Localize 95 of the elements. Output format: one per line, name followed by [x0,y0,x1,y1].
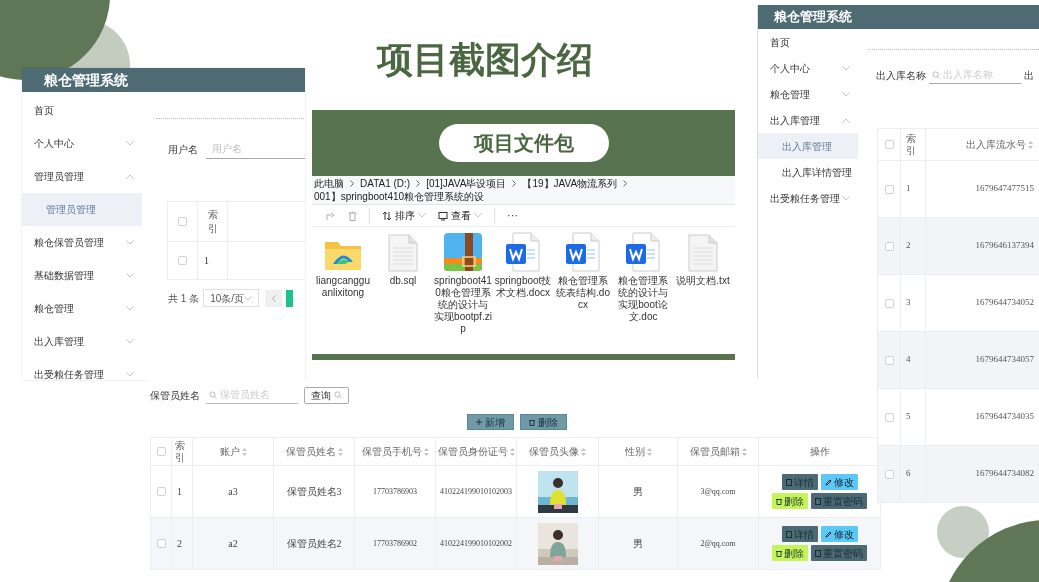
sidebar-item[interactable]: 管理员管理 [22,160,142,193]
sidebar-item[interactable]: 基础数据管理 [22,259,142,292]
file-name: db.sql [388,275,418,287]
file-name: 粮仓管理系统的设计与实现boot论文.doc [617,275,669,323]
sidebar-item[interactable]: 出入库管理 [22,325,142,358]
badge: 项目文件包 [438,124,609,162]
breadcrumb-item[interactable]: 001】springboot410粮仓管理系统的设 [314,190,485,203]
edit-button[interactable]: 修改 [820,474,858,490]
table-cell-text: 保管员姓名3 [286,485,342,499]
breadcrumb-item[interactable]: DATA1 (D:) [360,177,411,190]
table-cell: 3@qq.com [700,485,736,498]
sidebar-subitem[interactable]: 出入库管理 [758,133,858,159]
table-cell-text: 1 [177,485,182,499]
column-header: 索引 [906,132,916,157]
table-cell: 17703786903 [373,485,417,498]
file-item[interactable]: springboot技术文档.docx [493,230,553,335]
file-name: 粮仓管理系统表结构.docx [555,275,611,311]
more-button[interactable]: ··· [507,207,518,224]
sidebar-item[interactable]: 粮仓保管员管理 [22,226,142,259]
table-cell: 3 [906,296,911,310]
column-header: 保管员邮箱 [689,445,740,459]
search-label: 保管员姓名 [150,388,200,403]
toolbar-button[interactable]: 查看 [438,208,482,223]
file-item[interactable]: 说明文档.txt [673,230,733,335]
table-cell: 410224199010102003 [440,485,512,498]
app-header: 粮仓管理系统 [758,5,1039,29]
table-cell: 1679646137394 [975,239,1034,253]
table-cell: 1679644734057 [975,353,1034,367]
column-header: 索引 [175,439,185,464]
edit-button[interactable]: 修改 [820,526,858,542]
sidebar-item[interactable]: 粮仓管理 [758,81,858,107]
table-cell: 6 [906,467,911,481]
table-cell: 1679644734035 [975,410,1034,424]
table-cell: 410224199010102002 [440,537,512,550]
column-header: 保管员手机号 [361,445,422,459]
table-cell: 1 [906,182,911,196]
breadcrumb-item[interactable]: 此电脑 [314,177,344,190]
add-button[interactable]: 新增 [467,414,514,430]
sidebar-item[interactable]: 首页 [758,29,858,55]
table-cell-text: 1 [204,254,209,268]
search-button[interactable]: 查询 [304,386,349,404]
file-item[interactable]: 粮仓管理系统表结构.docx [553,230,613,335]
breadcrumb-item[interactable]: [01]JAVA毕设项目 [426,177,507,190]
sidebar-subitem[interactable]: 出入库详情管理 [758,159,858,185]
page-size-select[interactable]: 10条/页 [203,289,260,307]
sidebar-item[interactable]: 个人中心 [758,55,858,81]
table-cell: 2 [906,239,911,253]
table-cell: 17703786902 [373,537,417,550]
table-cell-text: 男 [633,485,643,499]
file-name: springboot技术文档.docx [494,275,552,299]
file-item[interactable]: liangcangguanlixitong [313,230,373,335]
sidebar-item[interactable]: 出受粮任务管理 [22,358,142,380]
table-cell-text: 男 [633,537,643,551]
toolbar-button[interactable]: 排序 [382,208,426,223]
file-name: 说明文档.txt [675,275,731,287]
pagination-total: 共 1 条 [168,291,200,306]
file-name: liangcangguanlixitong [315,275,371,299]
delete-button[interactable]: 删除 [772,493,808,509]
delete-button[interactable]: 删除 [520,414,567,430]
app-header: 粮仓管理系统 [22,68,305,92]
column-header: 保管员身份证号 [437,445,508,459]
sidebar-subitem[interactable]: 管理员管理 [22,193,142,226]
breadcrumb-item[interactable]: 【19】JAVA物流系列 [522,177,618,190]
table-cell: 1679647477515 [975,182,1034,196]
search-label: 出入库名称 [876,68,926,83]
table-cell-text: a3 [228,485,238,499]
table-cell: 4 [906,353,911,367]
file-name: springboot410粮仓管理系统的设计与实现bootpf.zip [434,275,492,335]
column-header: 操作 [809,445,830,459]
table-cell-text: 2 [177,537,182,551]
search-label: 出 [1024,68,1034,83]
column-header: 保管员姓名 [285,445,336,459]
column-header: 性别 [624,445,645,459]
table-cell: 5 [906,410,911,424]
column-header: 出入库流水号 [966,138,1026,152]
search-field[interactable]: 用户名 [206,139,305,159]
file-item[interactable]: 粮仓管理系统的设计与实现boot论文.doc [613,230,673,335]
sidebar-item[interactable]: 出受粮任务管理 [758,185,858,211]
column-header: 保管员头像 [529,445,579,459]
sidebar-item[interactable]: 出入库管理 [758,107,858,133]
table-cell-text: 保管员姓名2 [286,537,342,551]
sidebar-item[interactable]: 首页 [22,94,142,127]
table-cell-text: a2 [228,537,238,551]
file-item[interactable]: db.sql [373,230,433,335]
column-header: 账户 [219,445,240,459]
sidebar-item[interactable]: 粮仓管理 [22,292,142,325]
sidebar-item[interactable]: 个人中心 [22,127,142,160]
table-cell: 2@qq.com [700,537,736,550]
delete-button[interactable]: 删除 [772,545,808,561]
table-cell: 1679644734052 [975,296,1034,310]
search-label: 用户名 [168,142,198,157]
table-cell: 1679644734082 [975,467,1034,481]
column-header: 索引 [207,207,218,236]
file-item[interactable]: springboot410粮仓管理系统的设计与实现bootpf.zip [433,230,493,335]
slide-title: 项目截图介绍 [375,38,594,82]
